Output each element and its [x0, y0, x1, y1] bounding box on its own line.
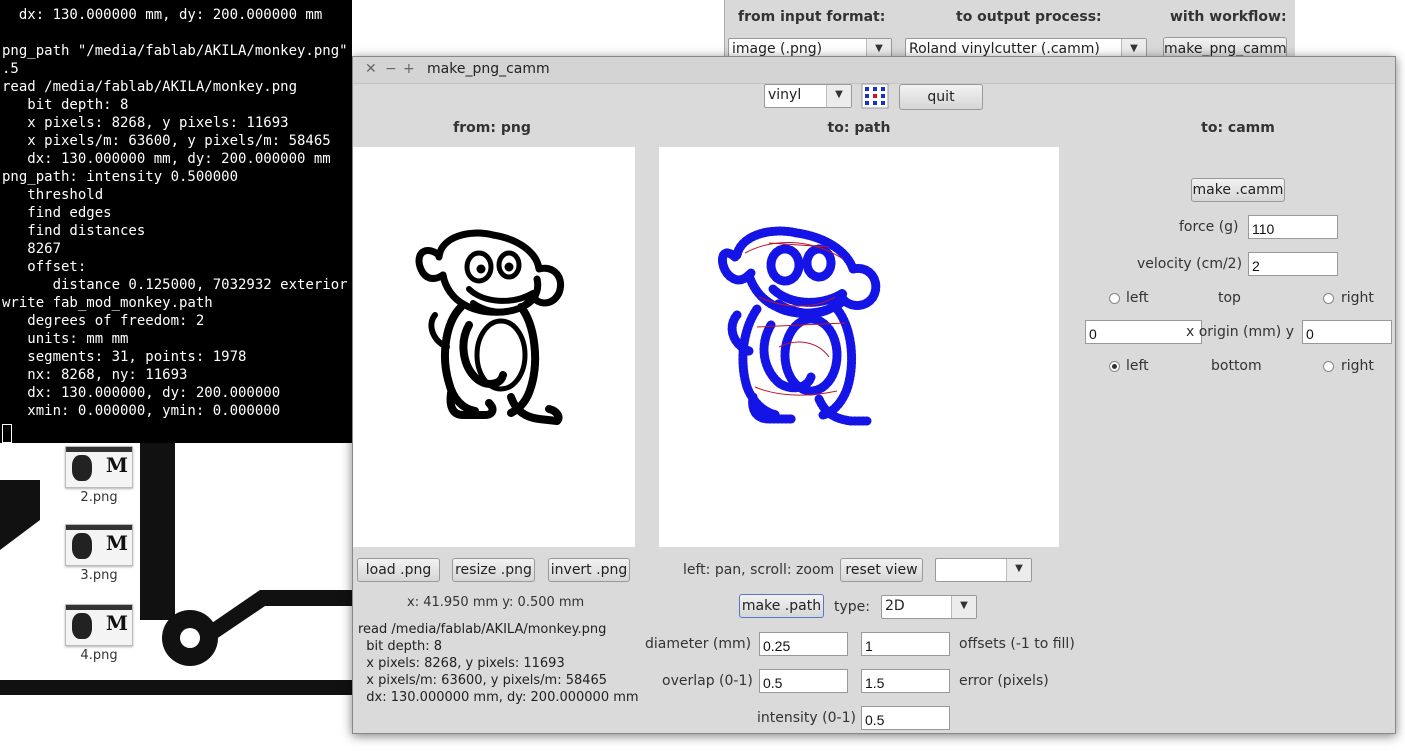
output-process-value: Roland vinylcutter (.camm)	[909, 41, 1100, 57]
make-camm-button[interactable]: make .camm	[1191, 178, 1285, 202]
force-input[interactable]	[1248, 215, 1338, 239]
path-type-value: 2D	[885, 598, 905, 614]
to-output-process-label: to output process:	[956, 9, 1102, 25]
quit-button[interactable]: quit	[899, 84, 983, 110]
to-path-header: to: path	[827, 120, 891, 136]
input-format-value: image (.png)	[732, 41, 823, 57]
to-camm-header: to: camm	[1201, 120, 1275, 136]
make-png-camm-window: ✕ − + make_png_camm vinyl ▼ quit from: p…	[352, 56, 1396, 734]
origin-x-input[interactable]	[1085, 320, 1202, 344]
bottom-right-label: right	[1341, 358, 1374, 374]
velocity-label: velocity (cm/2)	[1137, 256, 1243, 272]
desktop-icon-label: 3.png	[80, 568, 118, 583]
invert-png-button[interactable]: invert .png	[548, 558, 630, 582]
intensity-label: intensity (0-1)	[757, 710, 856, 726]
pan-zoom-hint: left: pan, scroll: zoom	[683, 562, 835, 578]
bottom-label: bottom	[1211, 358, 1262, 374]
terminal-output: dx: 130.000000 mm, dy: 200.000000 mm png…	[2, 7, 348, 419]
png-preview-canvas[interactable]	[353, 147, 635, 547]
force-label: force (g)	[1179, 219, 1239, 235]
fab-modules-window: from input format: to output process: wi…	[724, 0, 1295, 61]
image-thumbnail-icon: M	[65, 604, 133, 646]
velocity-input[interactable]	[1248, 252, 1338, 276]
from-png-header: from: png	[453, 120, 531, 136]
diameter-label: diameter (mm)	[645, 636, 752, 652]
chevron-down-icon: ▼	[1006, 559, 1031, 581]
material-select[interactable]: vinyl ▼	[764, 84, 852, 108]
desktop-icon-4png[interactable]: M 4.png	[59, 604, 139, 663]
top-left-label: left	[1126, 290, 1149, 306]
path-type-select[interactable]: 2D ▼	[881, 595, 977, 619]
desktop-icon-2png[interactable]: M 2.png	[59, 446, 139, 505]
reset-view-button[interactable]: reset view	[840, 558, 923, 582]
offsets-label: offsets (-1 to fill)	[959, 636, 1075, 652]
monkey-image	[415, 229, 564, 425]
desktop-icon-label: 2.png	[80, 490, 118, 505]
type-label: type:	[834, 599, 870, 615]
path-preview-canvas[interactable]	[659, 147, 1059, 547]
origin-top-right-radio[interactable]	[1323, 293, 1334, 304]
error-input[interactable]	[861, 669, 950, 693]
overlap-label: overlap (0-1)	[662, 673, 753, 689]
terminal-cursor	[2, 424, 12, 443]
load-png-button[interactable]: load .png	[357, 558, 440, 582]
chevron-down-icon: ▼	[826, 85, 851, 107]
intensity-input[interactable]	[861, 706, 950, 730]
window-title: make_png_camm	[427, 61, 550, 77]
resize-png-button[interactable]: resize .png	[452, 558, 535, 582]
origin-y-input[interactable]	[1302, 320, 1392, 344]
maximize-icon[interactable]: +	[403, 61, 415, 77]
origin-label: x origin (mm) y	[1186, 324, 1294, 340]
origin-bottom-right-radio[interactable]	[1323, 361, 1334, 372]
material-value: vinyl	[768, 87, 802, 103]
cursor-coordinates: x: 41.950 mm y: 0.500 mm	[407, 595, 585, 610]
png-info-text: read /media/fablab/AKILA/monkey.png bit …	[358, 622, 639, 705]
chevron-down-icon: ▼	[951, 596, 976, 618]
minimize-icon[interactable]: −	[385, 61, 397, 77]
origin-bottom-left-radio[interactable]	[1109, 361, 1120, 372]
offsets-input[interactable]	[861, 632, 950, 656]
make-path-button[interactable]: make .path	[739, 594, 824, 618]
toolpath-image	[718, 226, 881, 426]
top-right-label: right	[1341, 290, 1374, 306]
close-icon[interactable]: ✕	[365, 61, 377, 77]
top-label: top	[1218, 290, 1241, 306]
error-label: error (pixels)	[959, 673, 1049, 689]
diameter-input[interactable]	[759, 632, 848, 656]
desktop-icon-label: 4.png	[80, 648, 118, 663]
desktop-wallpaper	[0, 440, 360, 695]
image-thumbnail-icon: M	[65, 446, 133, 488]
origin-top-left-radio[interactable]	[1109, 293, 1120, 304]
title-bar: ✕ − + make_png_camm	[353, 57, 1395, 84]
fab-logo-icon[interactable]	[861, 83, 889, 109]
terminal-window[interactable]: dx: 130.000000 mm, dy: 200.000000 mm png…	[0, 0, 352, 443]
with-workflow-label: with workflow:	[1170, 9, 1287, 25]
overlap-input[interactable]	[759, 669, 848, 693]
from-input-format-label: from input format:	[738, 9, 886, 25]
view-select[interactable]: ▼	[935, 558, 1032, 582]
image-thumbnail-icon: M	[65, 524, 133, 566]
bottom-left-label: left	[1126, 358, 1149, 374]
desktop-icon-3png[interactable]: M 3.png	[59, 524, 139, 583]
